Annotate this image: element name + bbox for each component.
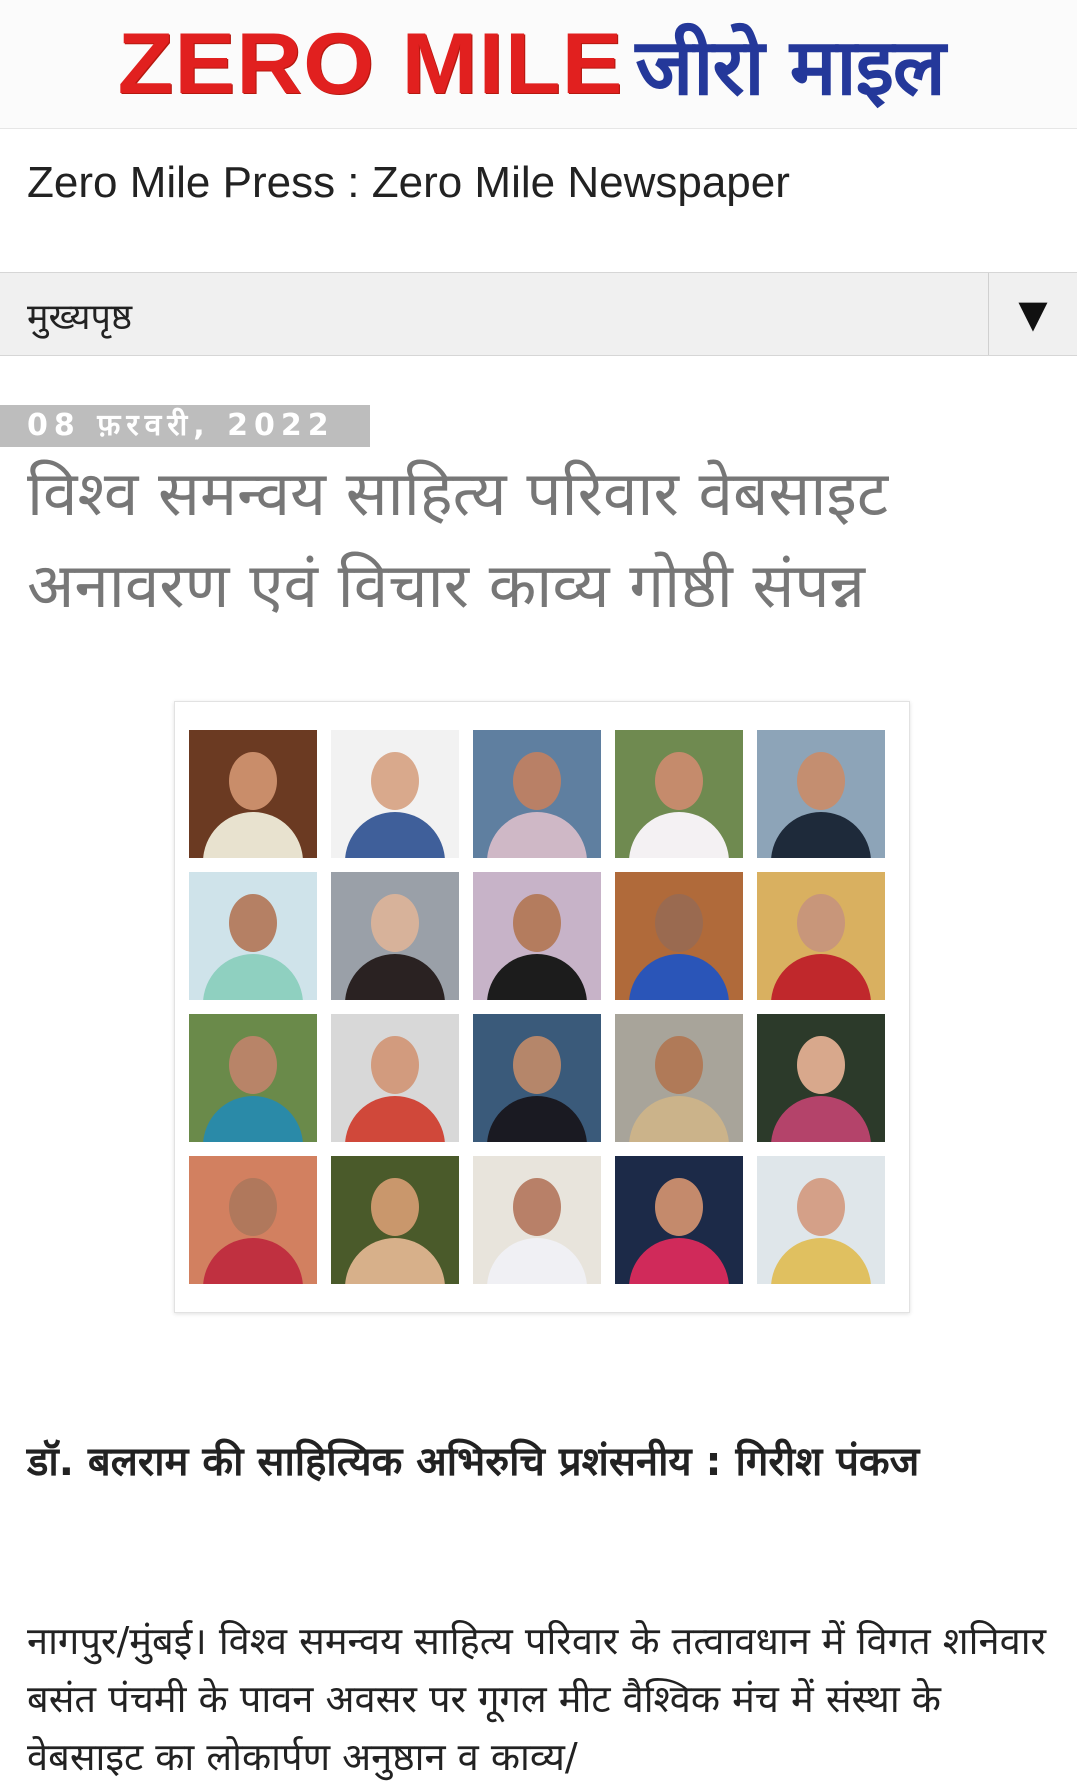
portrait-face <box>229 752 277 810</box>
collage-portrait-18 <box>473 1156 601 1284</box>
portrait-face <box>229 1036 277 1094</box>
portrait-face <box>797 1178 845 1236</box>
collage-portrait-15 <box>757 1014 885 1142</box>
nav-menu-bar: मुख्यपृष्ठ ▼ <box>0 272 1077 356</box>
collage-portrait-13 <box>473 1014 601 1142</box>
portrait-face <box>229 1178 277 1236</box>
menu-dropdown-toggle[interactable]: ▼ <box>988 273 1077 355</box>
portrait-shoulders <box>203 954 303 1000</box>
portrait-face <box>655 752 703 810</box>
portrait-shoulders <box>487 812 587 858</box>
photo-collage <box>189 730 885 1284</box>
portrait-face <box>371 894 419 952</box>
collage-portrait-1 <box>189 730 317 858</box>
portrait-face <box>371 752 419 810</box>
portrait-shoulders <box>203 1238 303 1284</box>
post-image[interactable] <box>174 701 910 1313</box>
portrait-shoulders <box>771 812 871 858</box>
post-date: 08 फ़रवरी, 2022 <box>0 405 370 447</box>
portrait-face <box>371 1178 419 1236</box>
collage-portrait-2 <box>331 730 459 858</box>
portrait-shoulders <box>345 1096 445 1142</box>
collage-portrait-19 <box>615 1156 743 1284</box>
site-title[interactable]: Zero Mile Press : Zero Mile Newspaper <box>27 158 790 208</box>
collage-portrait-9 <box>615 872 743 1000</box>
portrait-shoulders <box>771 1238 871 1284</box>
portrait-face <box>513 752 561 810</box>
collage-portrait-8 <box>473 872 601 1000</box>
collage-portrait-11 <box>189 1014 317 1142</box>
portrait-shoulders <box>629 1238 729 1284</box>
portrait-shoulders <box>771 1096 871 1142</box>
portrait-shoulders <box>487 954 587 1000</box>
logo-hindi: जीरो माइल <box>635 23 945 113</box>
portrait-shoulders <box>203 812 303 858</box>
collage-portrait-14 <box>615 1014 743 1142</box>
collage-portrait-10 <box>757 872 885 1000</box>
portrait-face <box>797 1036 845 1094</box>
collage-portrait-7 <box>331 872 459 1000</box>
portrait-shoulders <box>487 1096 587 1142</box>
portrait-face <box>655 1036 703 1094</box>
triangle-down-icon: ▼ <box>1018 292 1048 336</box>
portrait-shoulders <box>771 954 871 1000</box>
portrait-face <box>513 1036 561 1094</box>
post-title: विश्व समन्वय साहित्य परिवार वेबसाइट अनाव… <box>27 457 889 622</box>
portrait-shoulders <box>203 1096 303 1142</box>
portrait-face <box>229 894 277 952</box>
logo-english: ZERO MILE <box>117 15 624 112</box>
portrait-face <box>513 1178 561 1236</box>
portrait-shoulders <box>629 954 729 1000</box>
portrait-shoulders <box>345 1238 445 1284</box>
portrait-face <box>655 894 703 952</box>
collage-portrait-17 <box>331 1156 459 1284</box>
masthead-banner[interactable]: ZERO MILE जीरो माइल <box>0 0 1077 129</box>
portrait-shoulders <box>345 812 445 858</box>
collage-portrait-20 <box>757 1156 885 1284</box>
nav-item-home[interactable]: मुख्यपृष्ठ <box>27 291 132 340</box>
portrait-face <box>655 1178 703 1236</box>
collage-portrait-12 <box>331 1014 459 1142</box>
collage-portrait-5 <box>757 730 885 858</box>
portrait-shoulders <box>629 812 729 858</box>
collage-portrait-16 <box>189 1156 317 1284</box>
post-paragraph: नागपुर/मुंबई। विश्व समन्वय साहित्य परिवा… <box>27 1619 1047 1779</box>
portrait-face <box>513 894 561 952</box>
portrait-face <box>797 894 845 952</box>
collage-portrait-4 <box>615 730 743 858</box>
portrait-shoulders <box>345 954 445 1000</box>
portrait-shoulders <box>629 1096 729 1142</box>
portrait-face <box>797 752 845 810</box>
portrait-face <box>371 1036 419 1094</box>
post-subheading: डॉ. बलराम की साहित्यिक अभिरुचि प्रशंसनीय… <box>27 1439 920 1485</box>
collage-portrait-3 <box>473 730 601 858</box>
portrait-shoulders <box>487 1238 587 1284</box>
collage-portrait-6 <box>189 872 317 1000</box>
